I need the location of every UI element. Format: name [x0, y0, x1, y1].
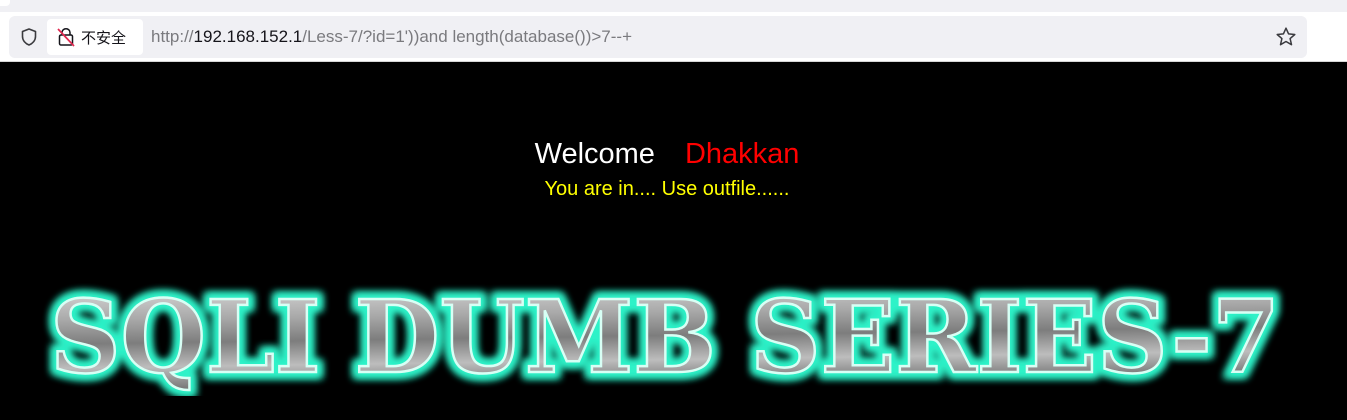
url-host: 192.168.152.1: [193, 27, 303, 46]
tab-strip: [0, 0, 1347, 12]
security-label: 不安全: [81, 28, 127, 47]
welcome-line: Welcome Dhakkan: [0, 138, 1334, 171]
tab-corner: [0, 0, 10, 6]
title-banner: SQLI DUMB SERIES-7 SQLI DUMB SERIES-7: [44, 276, 1286, 396]
connection-insecure-button[interactable]: 不安全: [47, 19, 143, 55]
status-message: You are in.... Use outfile......: [544, 178, 790, 200]
user-name: Dhakkan: [684, 138, 800, 170]
banner-title: SQLI DUMB SERIES-7: [50, 278, 1280, 396]
browser-toolbar: 不安全 http://192.168.152.1/Less-7/?id=1'))…: [0, 0, 1347, 62]
star-icon[interactable]: [1275, 26, 1297, 48]
broken-lock-icon: [57, 28, 75, 47]
shield-icon[interactable]: [19, 27, 39, 47]
url-scheme: http://: [151, 27, 194, 46]
welcome-text: Welcome: [534, 138, 655, 170]
url-text[interactable]: http://192.168.152.1/Less-7/?id=1'))and …: [151, 16, 632, 58]
page-content: Welcome Dhakkan You are in.... Use outfil…: [0, 62, 1347, 420]
url-path: /Less-7/?id=1'))and length(database())>7…: [302, 27, 632, 46]
address-bar[interactable]: 不安全 http://192.168.152.1/Less-7/?id=1'))…: [9, 16, 1307, 58]
